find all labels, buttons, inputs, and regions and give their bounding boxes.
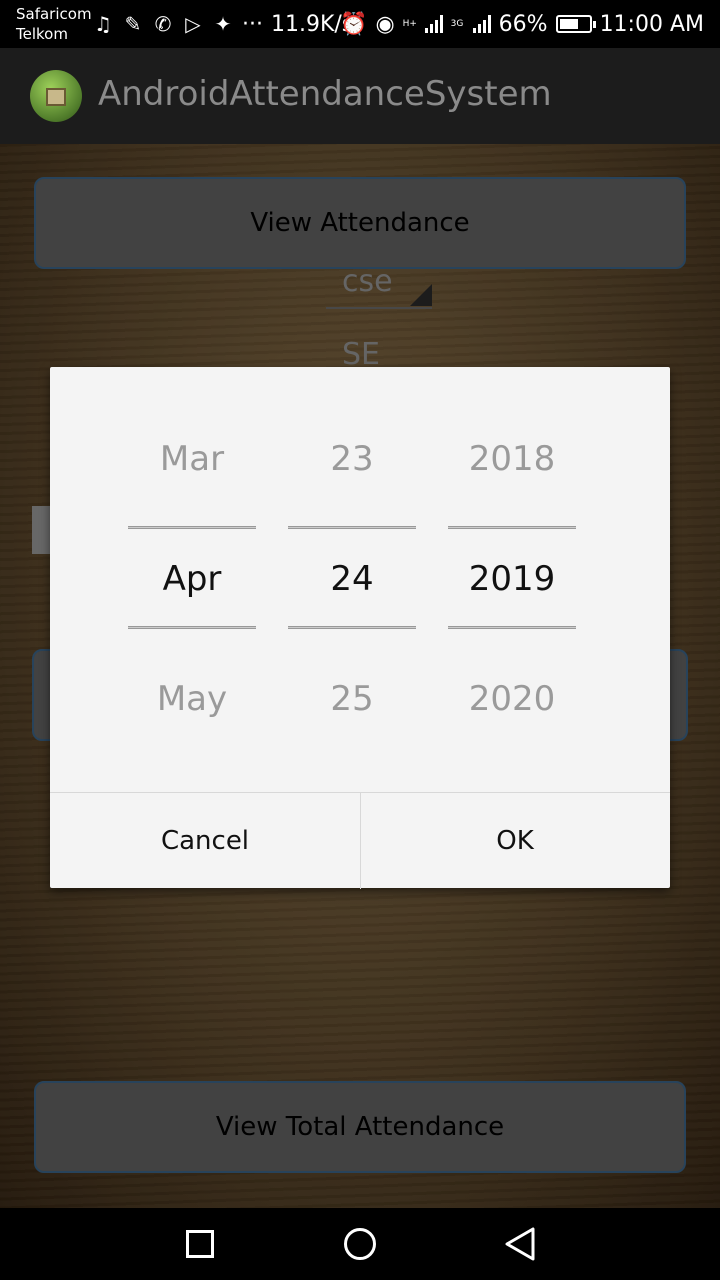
year-divider-top xyxy=(448,526,576,529)
clock: 11:00 AM xyxy=(599,11,704,37)
month-next[interactable]: May xyxy=(128,679,256,719)
month-selected[interactable]: Apr xyxy=(128,559,256,599)
cancel-button[interactable]: Cancel xyxy=(50,793,360,889)
carrier-2: Telkom xyxy=(16,25,68,43)
notification-icons: ♫ ✎ ✆ ▷ ✦ ··· 11.9K/s xyxy=(92,10,353,38)
day-divider-top xyxy=(288,526,416,529)
network-type-2: 3G xyxy=(450,18,464,29)
day-divider-bottom xyxy=(288,626,416,629)
day-picker[interactable]: 23 24 25 xyxy=(288,367,416,792)
twitter-icon: ✦ xyxy=(214,12,232,36)
battery-percent: 66% xyxy=(498,11,548,37)
alarm-icon: ⏰ xyxy=(340,11,368,37)
network-type-1: H+ xyxy=(402,18,417,29)
home-icon[interactable] xyxy=(344,1228,376,1260)
status-bar: Safaricom Telkom ♫ ✎ ✆ ▷ ✦ ··· 11.9K/s ⏰… xyxy=(0,0,720,48)
carrier-info: Safaricom Telkom xyxy=(16,4,92,44)
year-picker[interactable]: 2018 2019 2020 xyxy=(448,367,576,792)
music-note-icon: ♫ xyxy=(94,12,112,36)
play-store-icon: ▷ xyxy=(185,12,201,36)
dialog-actions: Cancel OK xyxy=(50,792,670,889)
date-picker-dialog: Mar Apr May 23 24 25 2018 2019 2020 Canc… xyxy=(50,367,670,889)
month-prev[interactable]: Mar xyxy=(128,439,256,479)
year-prev[interactable]: 2018 xyxy=(448,439,576,479)
year-next[interactable]: 2020 xyxy=(448,679,576,719)
eye-comfort-icon: ◉ xyxy=(375,11,395,37)
year-divider-bottom xyxy=(448,626,576,629)
app-bar: AndroidAttendanceSystem xyxy=(0,48,720,144)
android-app-icon xyxy=(30,70,82,122)
app-title: AndroidAttendanceSystem xyxy=(98,74,552,114)
battery-icon xyxy=(555,15,596,33)
month-divider-bottom xyxy=(128,626,256,629)
ok-button[interactable]: OK xyxy=(360,793,670,889)
microphone-icon: ✎ xyxy=(124,12,142,36)
day-prev[interactable]: 23 xyxy=(288,439,416,479)
navigation-bar xyxy=(0,1208,720,1280)
carrier-1: Safaricom xyxy=(16,5,92,23)
day-next[interactable]: 25 xyxy=(288,679,416,719)
signal-strength-1-icon xyxy=(424,15,443,33)
back-icon[interactable] xyxy=(504,1226,536,1262)
recents-icon[interactable] xyxy=(186,1230,214,1258)
month-picker[interactable]: Mar Apr May xyxy=(128,367,256,792)
year-selected[interactable]: 2019 xyxy=(448,559,576,599)
signal-strength-2-icon xyxy=(472,15,491,33)
status-right: ⏰ ◉ H+ 3G 66% 11:00 AM xyxy=(340,10,704,38)
day-selected[interactable]: 24 xyxy=(288,559,416,599)
month-divider-top xyxy=(128,526,256,529)
whatsapp-icon: ✆ xyxy=(154,12,172,36)
battery-fill xyxy=(559,19,578,29)
more-notifications-icon: ··· xyxy=(242,11,263,37)
